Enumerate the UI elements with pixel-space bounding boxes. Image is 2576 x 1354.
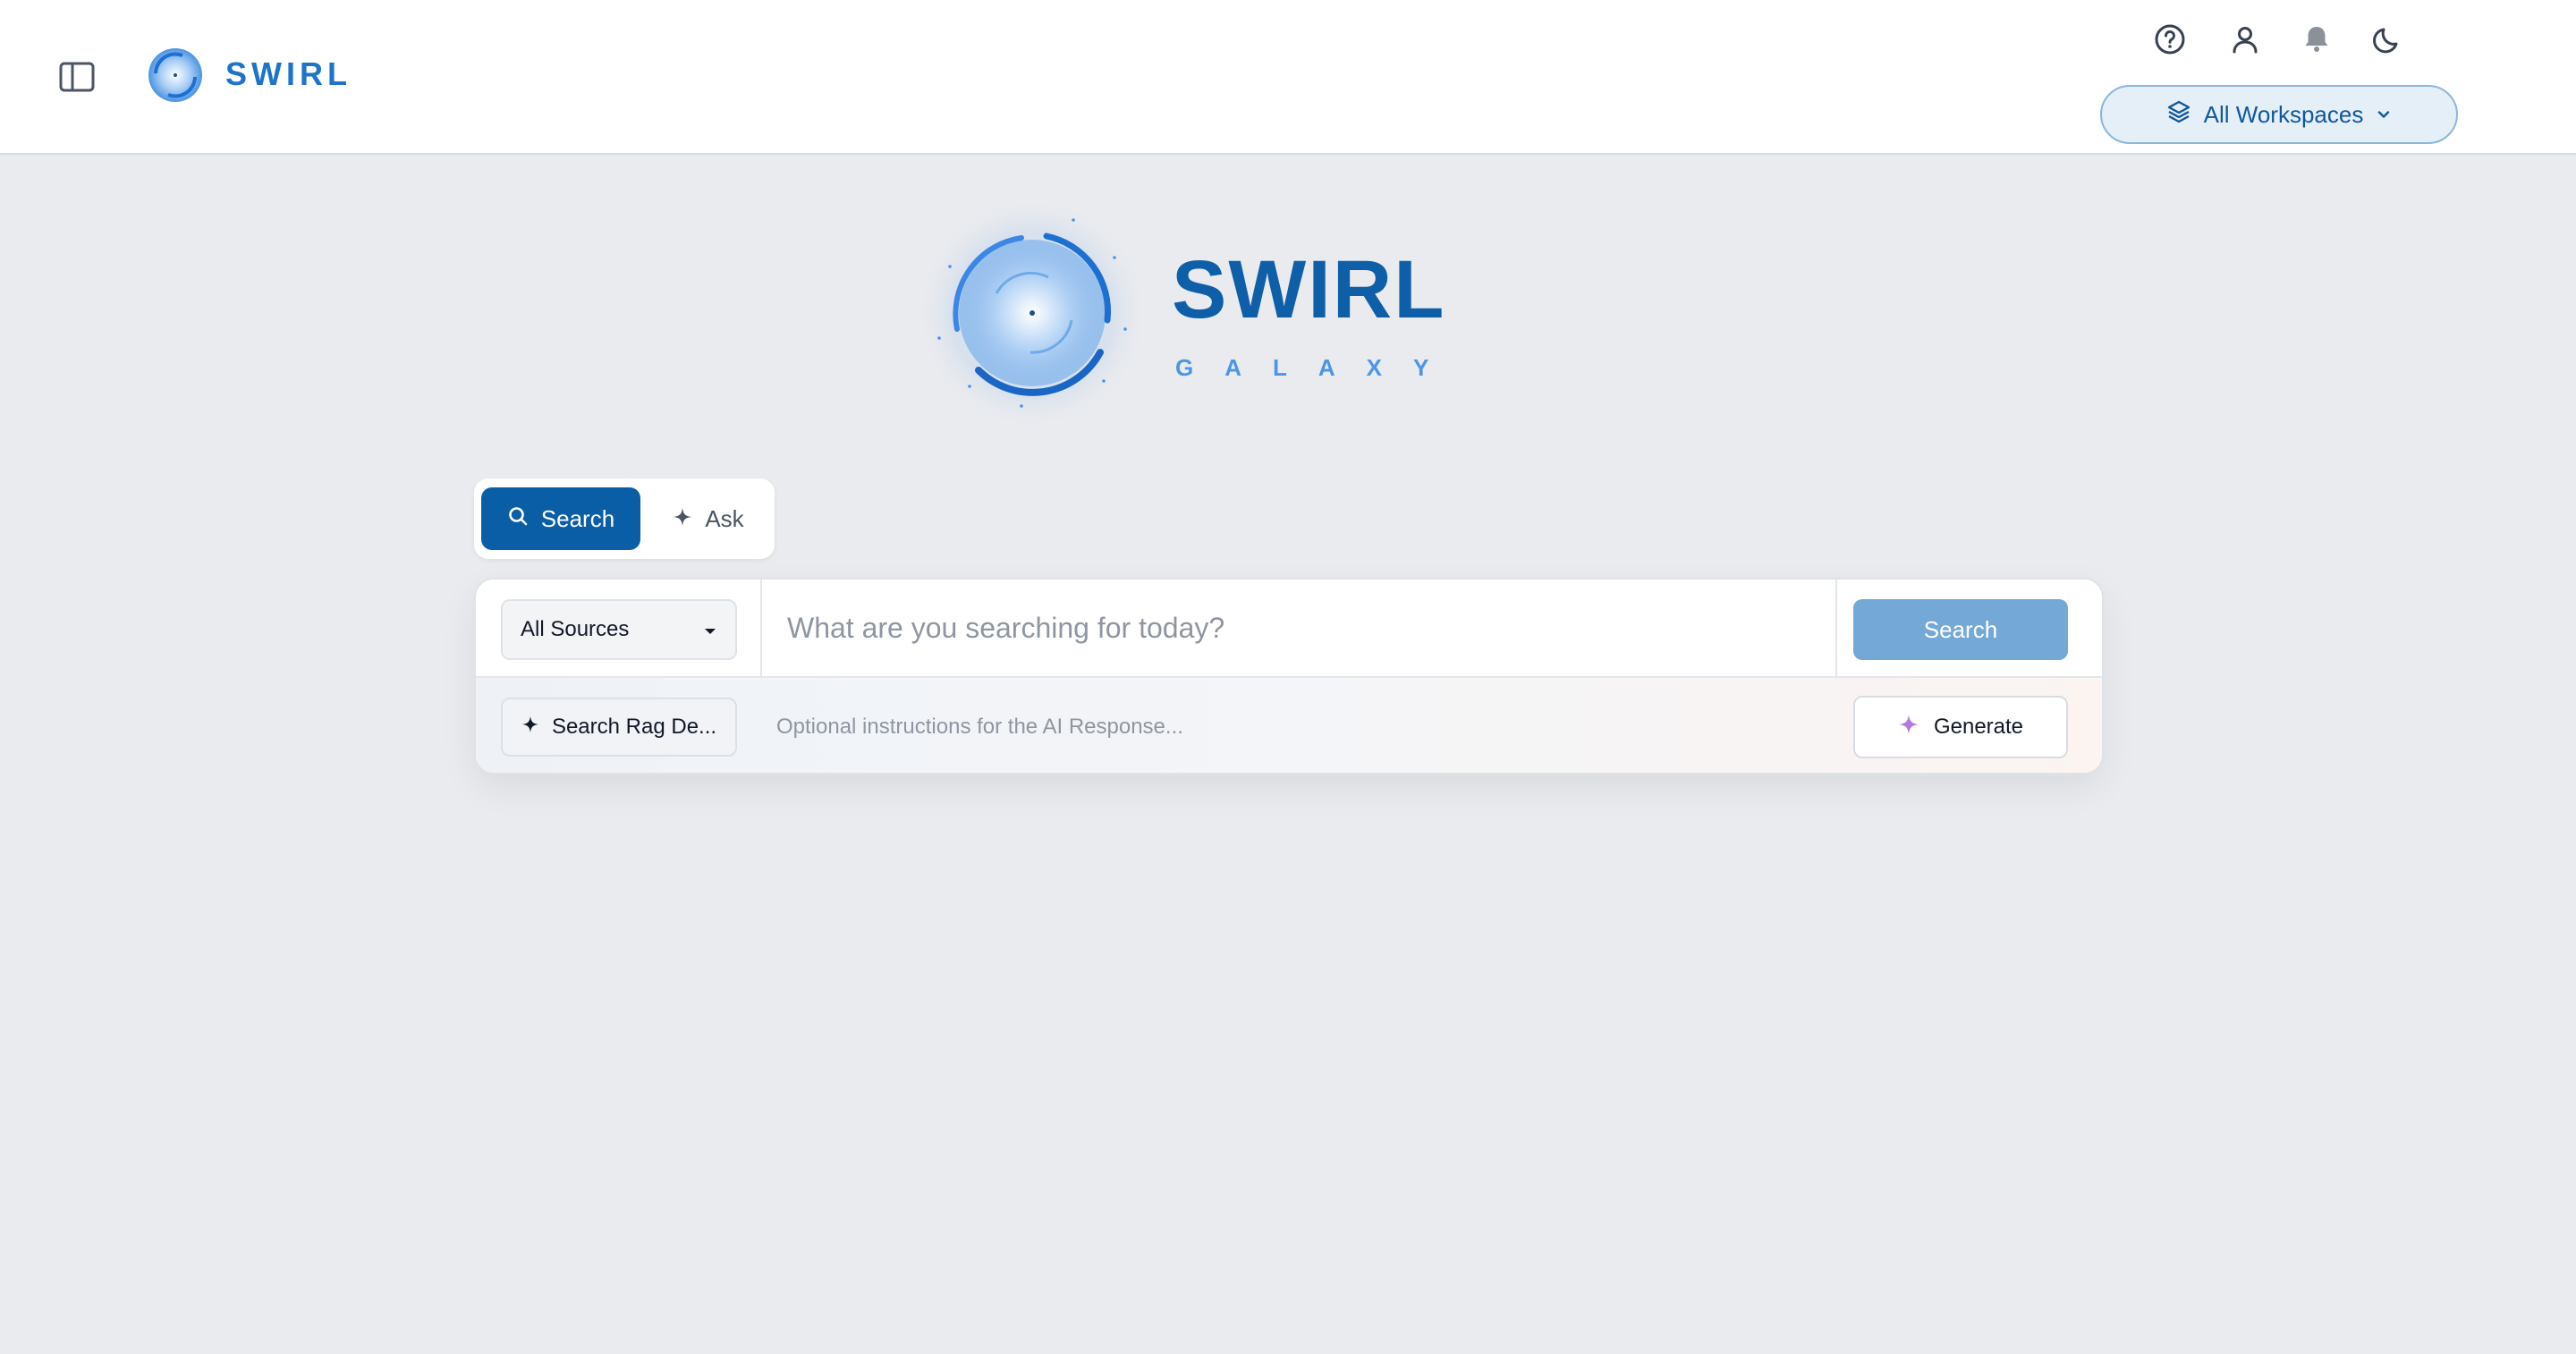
divider xyxy=(1835,580,1837,678)
workspace-selector[interactable]: All Workspaces xyxy=(2100,85,2458,144)
hero-title: SWIRL xyxy=(1172,244,1446,335)
chevron-down-icon xyxy=(2376,101,2392,129)
search-card: All Sources Search Search Rag De... xyxy=(474,578,2104,774)
generate-label: Generate xyxy=(1933,715,2024,739)
galaxy-logo-icon xyxy=(914,195,1150,431)
sparkle-icon xyxy=(1898,714,1919,741)
help-icon[interactable] xyxy=(2150,20,2190,59)
brand-name: SWIRL xyxy=(225,55,352,92)
workspace-selector-label: All Workspaces xyxy=(2203,100,2364,128)
search-rag-button[interactable]: Search Rag De... xyxy=(501,698,737,757)
search-input[interactable] xyxy=(771,592,1665,664)
tab-search[interactable]: Search xyxy=(481,487,640,550)
tab-ask[interactable]: Ask xyxy=(653,487,764,550)
user-icon[interactable] xyxy=(2225,20,2265,59)
sparkle-icon xyxy=(673,505,692,533)
caret-down-icon xyxy=(703,617,717,642)
tab-ask-label: Ask xyxy=(705,504,744,532)
sparkle-icon xyxy=(521,715,539,740)
divider xyxy=(760,580,762,678)
search-button[interactable]: Search xyxy=(1853,599,2068,660)
ai-instructions-row: Search Rag De... Generate xyxy=(476,678,2102,773)
sidebar-toggle-icon[interactable] xyxy=(57,61,97,93)
bell-icon[interactable] xyxy=(2297,20,2336,59)
source-select-value: All Sources xyxy=(521,617,630,641)
search-row: All Sources Search xyxy=(476,580,2102,678)
search-rag-label: Search Rag De... xyxy=(551,715,717,739)
generate-button[interactable]: Generate xyxy=(1853,696,2068,758)
hero-subtitle: GALAXY xyxy=(1175,354,1461,381)
layers-icon xyxy=(2166,99,2191,131)
mode-tabs: Search Ask xyxy=(474,478,775,559)
ai-instructions-input[interactable] xyxy=(776,696,1814,758)
moon-icon[interactable] xyxy=(2368,20,2408,59)
search-icon xyxy=(507,505,529,533)
source-select[interactable]: All Sources xyxy=(501,599,737,660)
brand-logo-icon[interactable] xyxy=(147,47,204,104)
tab-search-label: Search xyxy=(540,504,615,532)
top-header: SWIRL All Workspaces xyxy=(0,0,2576,155)
